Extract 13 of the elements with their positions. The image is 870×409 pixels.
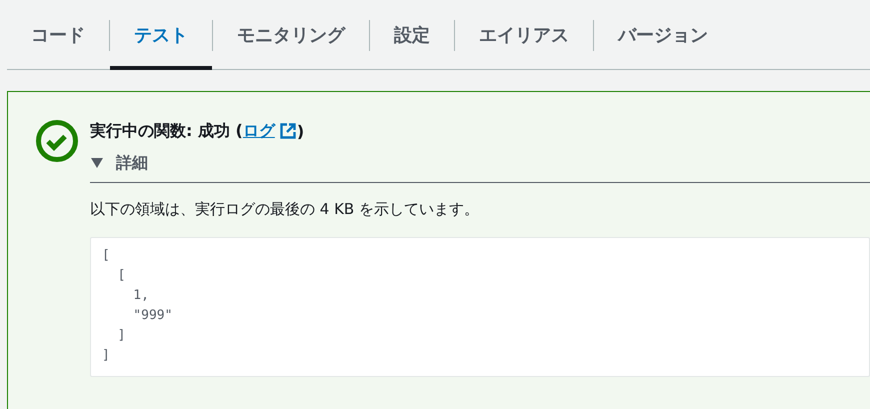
tab[interactable]: コード — [7, 0, 109, 70]
success-check-icon — [35, 119, 79, 163]
details-toggle[interactable]: 詳細 — [90, 152, 148, 174]
log-output: [ [ 1, "999" ] ] — [90, 237, 870, 377]
log-link[interactable]: ログ — [242, 120, 297, 142]
tab[interactable]: 設定 — [370, 0, 454, 70]
external-link-icon — [278, 122, 297, 140]
description-text: 以下の領域は、実行ログの最後の 4 KB を示しています。 — [90, 200, 480, 219]
tab[interactable]: モニタリング — [213, 0, 369, 70]
tab[interactable]: テスト — [110, 0, 212, 70]
tab[interactable]: エイリアス — [455, 0, 593, 70]
result-title: 実行中の関数: 成功 (ログ ) — [90, 120, 306, 142]
tab[interactable]: バージョン — [594, 0, 732, 70]
